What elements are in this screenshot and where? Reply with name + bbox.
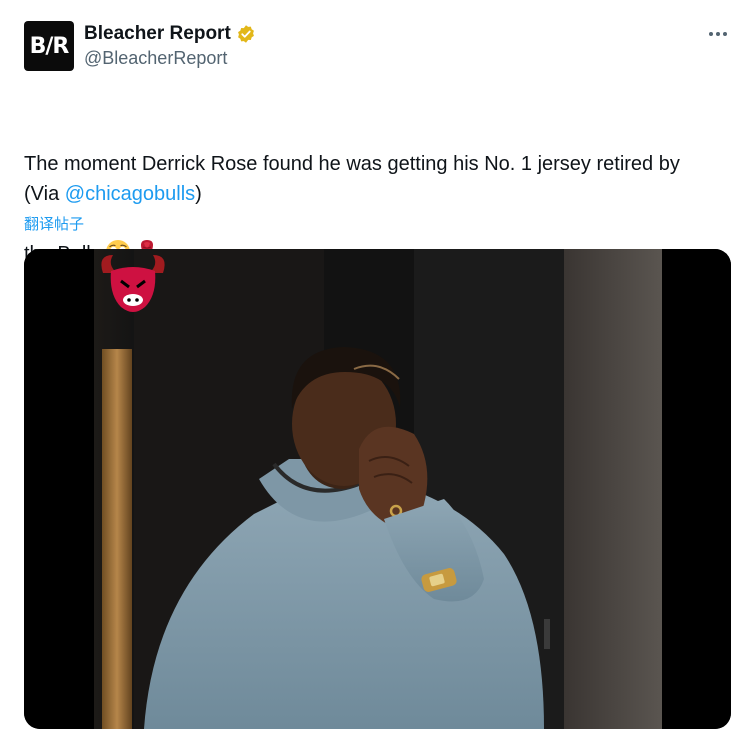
mention-link-chicagobulls[interactable]: @chicagobulls: [65, 183, 195, 205]
more-options-button[interactable]: [706, 22, 730, 46]
account-name-row[interactable]: Bleacher Report: [84, 22, 256, 46]
more-dots-icon: [709, 32, 727, 36]
tweet-video[interactable]: [24, 249, 731, 729]
via-suffix: ): [195, 183, 202, 205]
tweet-card: B/R Bleacher Report @BleacherReport The …: [0, 0, 746, 729]
display-name[interactable]: Bleacher Report: [84, 23, 231, 45]
tweet-text-line-1: The moment Derrick Rose found he was get…: [24, 153, 680, 175]
via-line: (Via @chicagobulls): [24, 179, 202, 209]
via-prefix: (Via: [24, 183, 65, 205]
avatar-logo-text: B/R: [29, 33, 70, 59]
verified-badge-icon: [237, 25, 254, 43]
video-frame-image: [24, 249, 731, 729]
account-avatar[interactable]: B/R: [24, 21, 74, 71]
account-handle[interactable]: @BleacherReport: [84, 48, 227, 69]
translate-post-link[interactable]: 翻译帖子: [24, 213, 84, 234]
